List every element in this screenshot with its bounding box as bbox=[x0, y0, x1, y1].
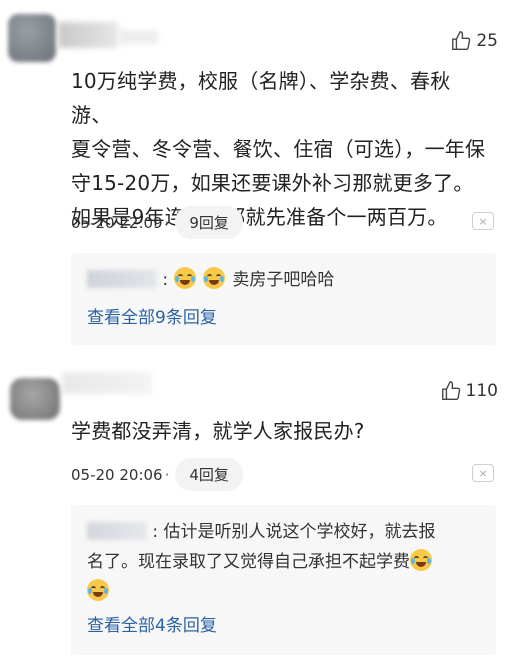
comment-meta: 05-20 22:09 · 9回复 bbox=[71, 206, 243, 239]
view-all-replies-link[interactable]: 查看全部4条回复 bbox=[87, 611, 480, 636]
reply-count-button[interactable]: 9回复 bbox=[175, 206, 243, 239]
reply-preview-line bbox=[87, 577, 480, 607]
laugh-cry-emoji-icon bbox=[202, 267, 225, 289]
reply-preview-text: 估计是听别人说这个学校好，就去报 bbox=[163, 522, 436, 542]
laugh-cry-emoji-icon bbox=[173, 267, 196, 289]
like-button[interactable]: 110 bbox=[440, 380, 498, 402]
close-glyph: × bbox=[478, 466, 488, 480]
reply-preview-box[interactable]: : 估计是听别人说这个学校好，就去报 名了。现在录取了又觉得自己承担不起学费 查… bbox=[71, 505, 496, 655]
like-count: 110 bbox=[465, 381, 498, 401]
reply-preview-text: 卖房子吧哈哈 bbox=[232, 270, 335, 290]
like-button[interactable]: 25 bbox=[450, 30, 498, 52]
avatar[interactable] bbox=[10, 378, 60, 420]
separator-dot: · bbox=[164, 465, 170, 484]
comment-meta: 05-20 20:06 · 4回复 bbox=[71, 458, 243, 491]
reply-colon: : bbox=[162, 270, 169, 290]
comment-2: 110 学费都没弄清，就学人家报民办? 05-20 20:06 · 4回复 × … bbox=[0, 350, 512, 661]
reply-preview-text: 名了。现在录取了又觉得自己承担不起学费 bbox=[87, 552, 410, 572]
reply-count-button[interactable]: 4回复 bbox=[175, 458, 243, 491]
reply-preview-line: 名了。现在录取了又觉得自己承担不起学费 bbox=[87, 547, 480, 577]
laugh-cry-emoji-icon bbox=[410, 549, 432, 571]
like-count: 25 bbox=[476, 31, 498, 51]
avatar[interactable] bbox=[8, 14, 56, 62]
reply-preview-line: : 卖房子吧哈哈 bbox=[87, 265, 480, 295]
reply-preview-line: : 估计是听别人说这个学校好，就去报 bbox=[87, 517, 480, 547]
view-all-replies-link[interactable]: 查看全部9条回复 bbox=[87, 303, 480, 328]
close-icon[interactable]: × bbox=[472, 212, 494, 230]
username-blurred-2 bbox=[118, 30, 158, 44]
reply-preview-box[interactable]: : 卖房子吧哈哈 查看全部9条回复 bbox=[71, 253, 496, 345]
reply-username-blurred[interactable] bbox=[87, 270, 157, 288]
reply-username-blurred[interactable] bbox=[87, 522, 147, 540]
comment-text-line: 夏令营、冬令营、餐饮、住宿（可选），一年保 bbox=[71, 137, 486, 161]
close-icon[interactable]: × bbox=[472, 464, 494, 482]
username-blurred[interactable] bbox=[62, 372, 152, 394]
comment-1: 25 10万纯学费，校服（名牌）、学杂费、春秋游、 夏令营、冬令营、餐饮、住宿（… bbox=[0, 0, 512, 350]
thumbs-up-icon bbox=[452, 31, 471, 50]
reply-colon: : bbox=[152, 522, 159, 542]
laugh-cry-emoji-icon bbox=[87, 579, 109, 601]
close-glyph: × bbox=[478, 214, 488, 228]
comment-text-line: 守15-20万，如果还要课外补习那就更多了。 bbox=[71, 171, 474, 195]
username-blurred[interactable] bbox=[58, 22, 118, 48]
thumbs-up-icon bbox=[441, 381, 460, 400]
comment-text: 学费都没弄清，就学人家报民办? bbox=[71, 419, 365, 443]
comment-text-line: 10万纯学费，校服（名牌）、学杂费、春秋游、 bbox=[71, 69, 451, 127]
separator-dot: · bbox=[164, 213, 170, 232]
timestamp: 05-20 22:09 bbox=[71, 213, 163, 232]
timestamp: 05-20 20:06 bbox=[71, 465, 163, 484]
